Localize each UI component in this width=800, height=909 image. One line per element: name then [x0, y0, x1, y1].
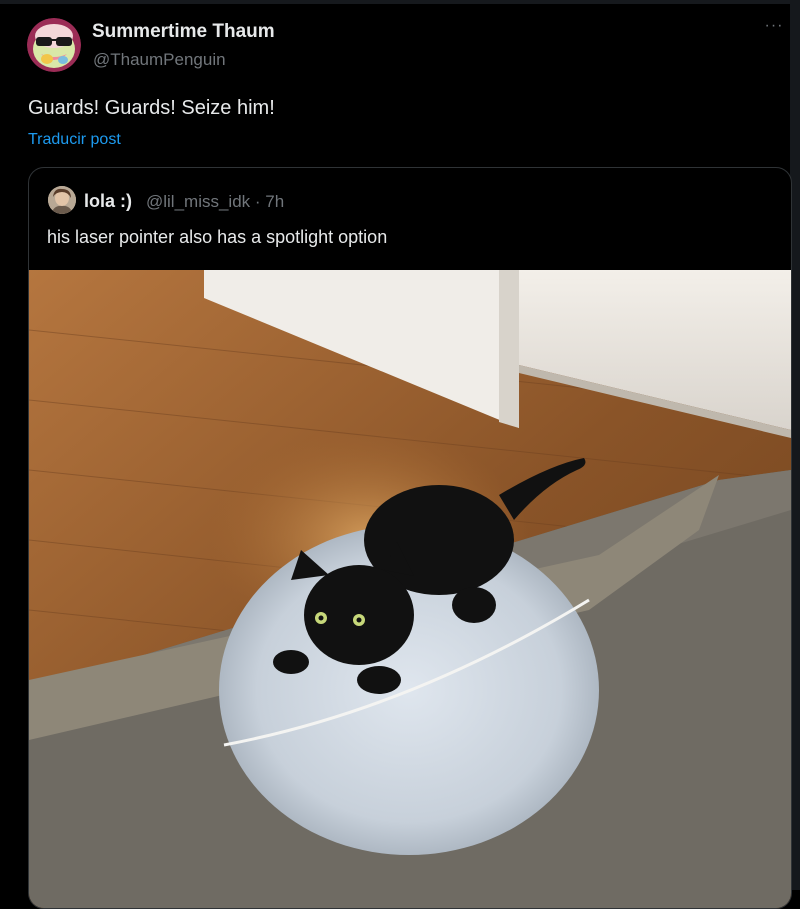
- penguin-sunglasses-avatar-icon: [27, 18, 81, 72]
- quoted-author-name: lola :): [84, 191, 132, 211]
- black-kitten-in-spotlight-image: [29, 270, 791, 908]
- author-display-name[interactable]: Summertime Thaum: [92, 21, 275, 43]
- quoted-post-text: his laser pointer also has a spotlight o…: [47, 227, 388, 247]
- quoted-author-meta: @lil_miss_idk · 7h: [146, 192, 285, 211]
- window-top-edge: [0, 0, 800, 4]
- quoted-post-card[interactable]: lola :) @lil_miss_idk · 7h his laser poi…: [28, 167, 792, 909]
- author-avatar[interactable]: [27, 18, 81, 72]
- translate-post-link[interactable]: Traducir post: [28, 131, 121, 149]
- more-options-button[interactable]: ···: [762, 17, 786, 40]
- user-photo-avatar-icon: [48, 186, 76, 214]
- post-text: Guards! Guards! Seize him!: [28, 97, 275, 119]
- author-handle[interactable]: @ThaumPenguin: [93, 50, 226, 70]
- quoted-author-avatar: [48, 186, 76, 214]
- quoted-post-photo[interactable]: [29, 270, 791, 908]
- more-horizontal-icon: ···: [764, 17, 784, 34]
